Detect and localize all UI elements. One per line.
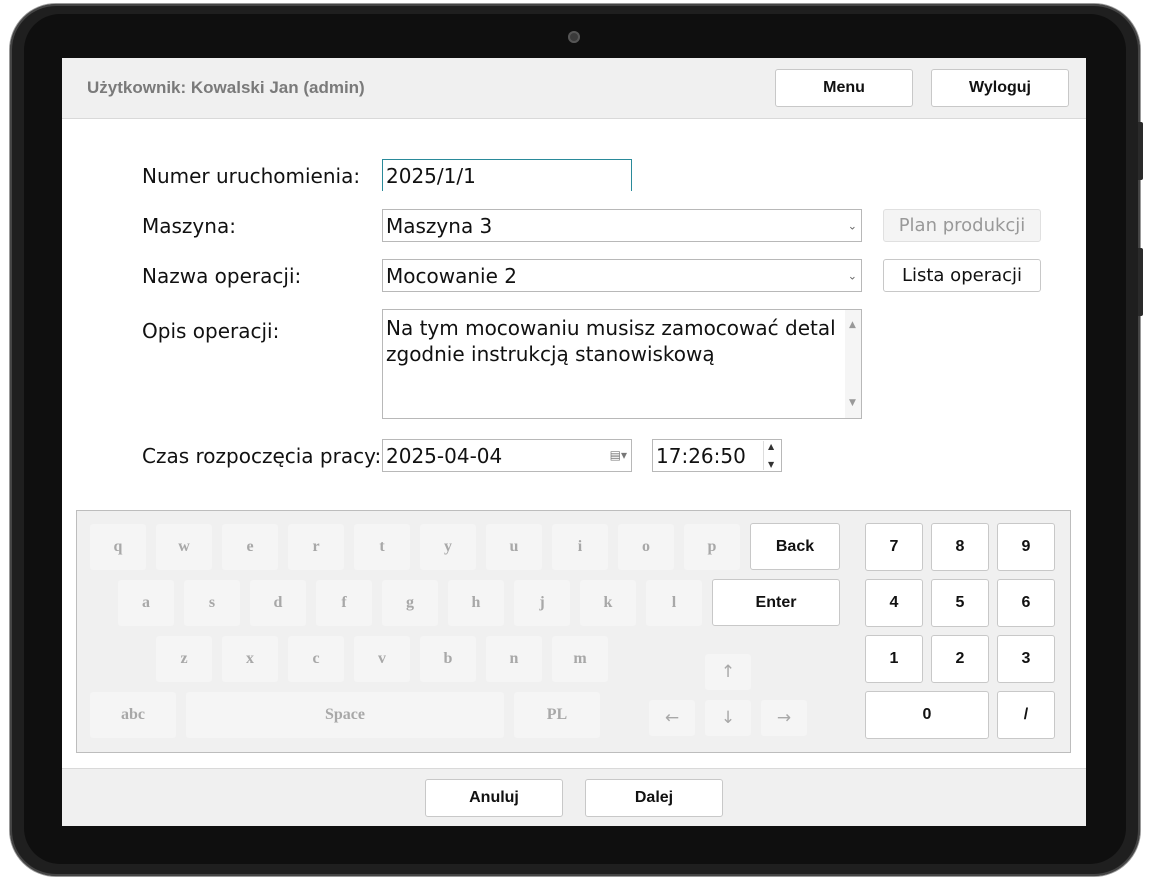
scroll-up-icon[interactable]: ▲ <box>849 312 856 338</box>
footer-bar: Anuluj Dalej <box>62 768 1086 826</box>
key-a[interactable]: a <box>118 580 174 626</box>
time-spinner[interactable]: ▲ ▼ <box>763 441 780 470</box>
machine-select[interactable]: Maszyna 3 ⌄ <box>382 209 862 242</box>
run-number-input[interactable]: 2025/1/1 <box>382 159 632 191</box>
operation-description-textarea[interactable]: Na tym mocowaniu musisz zamocować detal … <box>382 309 862 419</box>
key-5[interactable]: 5 <box>931 579 989 627</box>
back-key[interactable]: Back <box>750 523 840 570</box>
key-m[interactable]: m <box>552 636 608 682</box>
cancel-button[interactable]: Anuluj <box>425 779 563 817</box>
start-date-picker[interactable]: 2025-04-04 ▤▾ <box>382 439 632 472</box>
key-t[interactable]: t <box>354 524 410 570</box>
run-number-value: 2025/1/1 <box>386 163 476 188</box>
logout-button[interactable]: Wyloguj <box>931 69 1069 107</box>
on-screen-keyboard: q w e r t y u i o p Back a s d f g h j k… <box>76 510 1071 753</box>
key-f[interactable]: f <box>316 580 372 626</box>
pl-key[interactable]: PL <box>514 692 600 738</box>
arrow-down-key[interactable]: ↓ <box>705 700 751 736</box>
volume-button <box>1138 248 1143 316</box>
next-button[interactable]: Dalej <box>585 779 723 817</box>
start-date-value: 2025-04-04 <box>386 443 503 468</box>
power-button <box>1138 122 1143 180</box>
key-k[interactable]: k <box>580 580 636 626</box>
key-l[interactable]: l <box>646 580 702 626</box>
key-9[interactable]: 9 <box>997 523 1055 571</box>
key-1[interactable]: 1 <box>865 635 923 683</box>
key-3[interactable]: 3 <box>997 635 1055 683</box>
start-time-label: Czas rozpoczęcia pracy: <box>142 444 382 468</box>
header-bar: Użytkownik: Kowalski Jan (admin) Menu Wy… <box>62 58 1086 119</box>
operations-list-button[interactable]: Lista operacji <box>883 259 1041 292</box>
key-j[interactable]: j <box>514 580 570 626</box>
key-w[interactable]: w <box>156 524 212 570</box>
key-slash[interactable]: / <box>997 691 1055 739</box>
key-y[interactable]: y <box>420 524 476 570</box>
arrow-up-key[interactable]: ↑ <box>705 654 751 690</box>
key-s[interactable]: s <box>184 580 240 626</box>
key-r[interactable]: r <box>288 524 344 570</box>
abc-key[interactable]: abc <box>90 692 176 738</box>
user-label: Użytkownik: Kowalski Jan (admin) <box>87 78 365 97</box>
key-u[interactable]: u <box>486 524 542 570</box>
key-q[interactable]: q <box>90 524 146 570</box>
key-2[interactable]: 2 <box>931 635 989 683</box>
operation-description-label: Opis operacji: <box>142 319 280 343</box>
start-time-input[interactable]: 17:26:50 ▲ ▼ <box>652 439 782 472</box>
operation-name-select[interactable]: Mocowanie 2 ⌄ <box>382 259 862 292</box>
start-time-value: 17:26:50 <box>656 443 746 468</box>
key-z[interactable]: z <box>156 636 212 682</box>
scroll-down-icon[interactable]: ▼ <box>849 390 856 416</box>
key-c[interactable]: c <box>288 636 344 682</box>
arrow-left-key[interactable]: ← <box>649 700 695 736</box>
key-8[interactable]: 8 <box>931 523 989 571</box>
key-7[interactable]: 7 <box>865 523 923 571</box>
camera-icon <box>568 31 580 43</box>
operation-name-value: Mocowanie 2 <box>386 263 517 288</box>
key-0[interactable]: 0 <box>865 691 989 739</box>
spin-up-icon[interactable]: ▲ <box>768 442 774 451</box>
enter-key[interactable]: Enter <box>712 579 840 626</box>
menu-button[interactable]: Menu <box>775 69 913 107</box>
key-x[interactable]: x <box>222 636 278 682</box>
key-o[interactable]: o <box>618 524 674 570</box>
run-number-label: Numer uruchomienia: <box>142 164 361 188</box>
app-screen: Użytkownik: Kowalski Jan (admin) Menu Wy… <box>62 58 1086 826</box>
key-v[interactable]: v <box>354 636 410 682</box>
key-g[interactable]: g <box>382 580 438 626</box>
chevron-down-icon: ⌄ <box>847 219 857 232</box>
key-4[interactable]: 4 <box>865 579 923 627</box>
key-b[interactable]: b <box>420 636 476 682</box>
key-6[interactable]: 6 <box>997 579 1055 627</box>
operation-description-value: Na tym mocowaniu musisz zamocować detal … <box>386 316 836 366</box>
description-scrollbar[interactable]: ▲ ▼ <box>845 310 861 418</box>
machine-label: Maszyna: <box>142 214 236 238</box>
operation-name-label: Nazwa operacji: <box>142 264 302 288</box>
key-i[interactable]: i <box>552 524 608 570</box>
chevron-down-icon: ⌄ <box>847 269 857 282</box>
key-e[interactable]: e <box>222 524 278 570</box>
space-key[interactable]: Space <box>186 692 504 738</box>
calendar-icon[interactable]: ▤▾ <box>610 448 627 462</box>
key-h[interactable]: h <box>448 580 504 626</box>
arrow-right-key[interactable]: → <box>761 700 807 736</box>
key-n[interactable]: n <box>486 636 542 682</box>
spin-down-icon[interactable]: ▼ <box>768 460 774 469</box>
key-p[interactable]: p <box>684 524 740 570</box>
production-plan-button[interactable]: Plan produkcji <box>883 209 1041 242</box>
key-d[interactable]: d <box>250 580 306 626</box>
machine-value: Maszyna 3 <box>386 213 493 238</box>
